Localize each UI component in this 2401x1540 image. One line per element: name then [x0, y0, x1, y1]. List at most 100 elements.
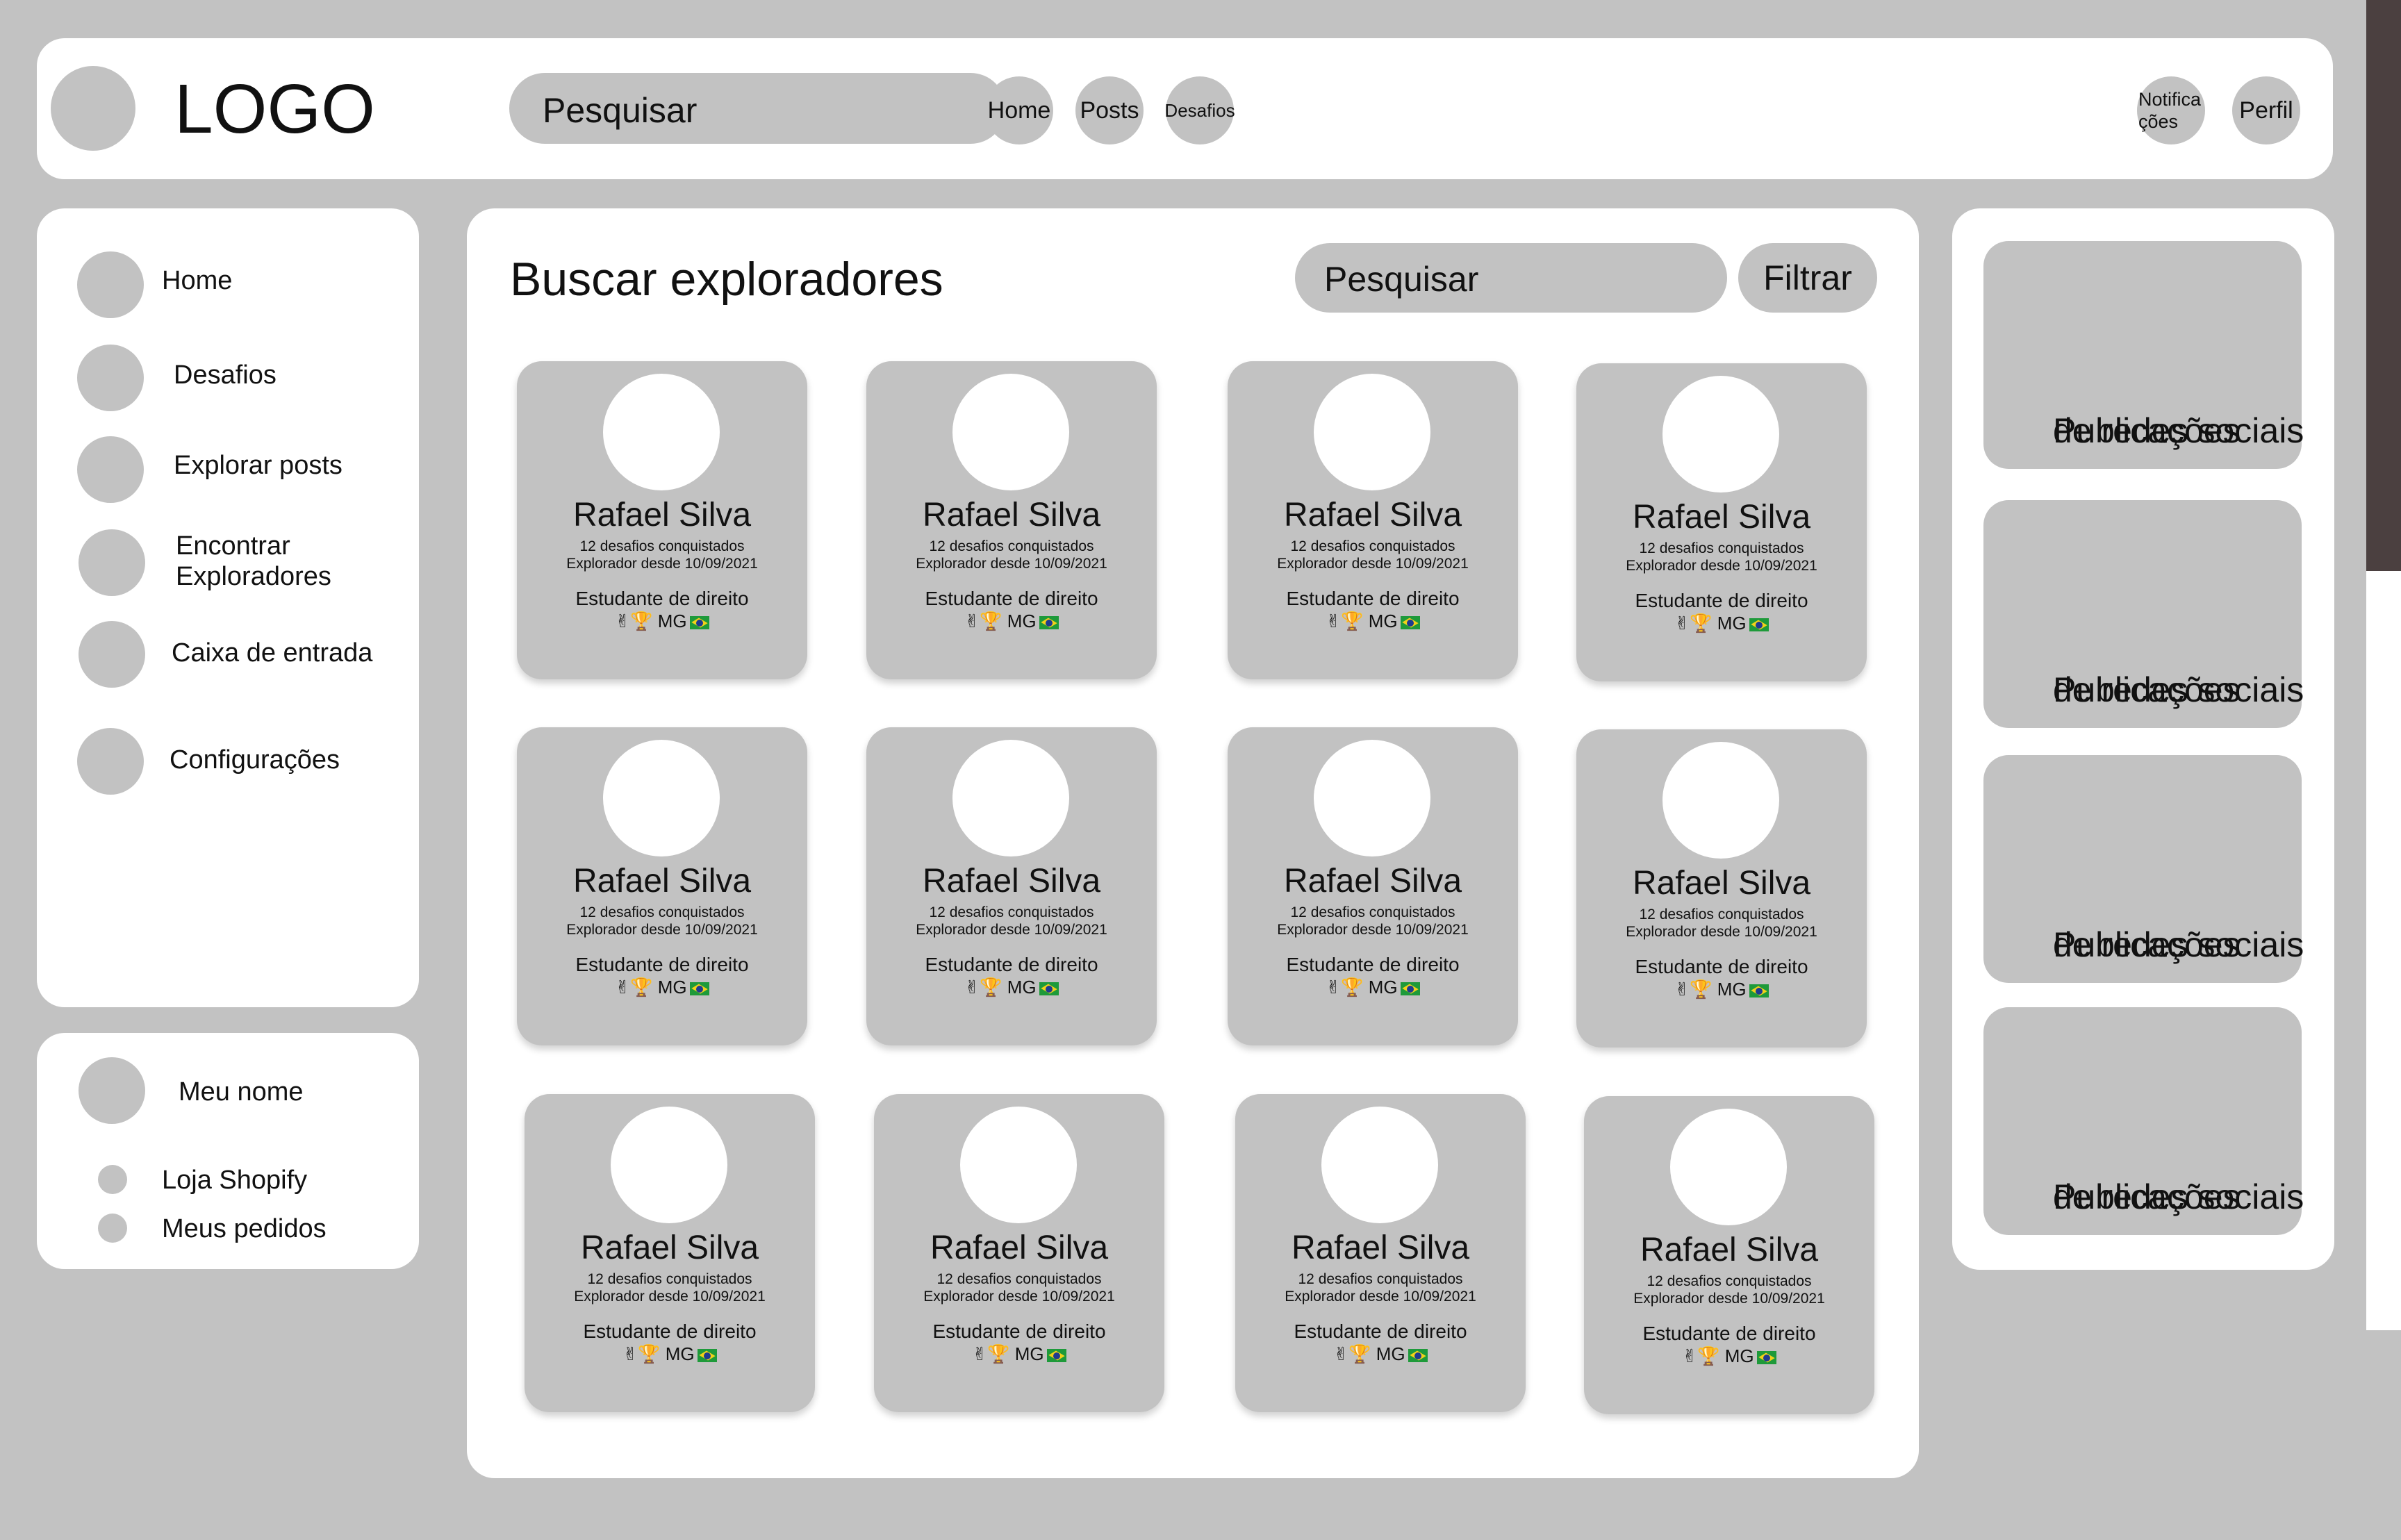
- explorer-card[interactable]: Rafael Silva 12 desafios conquistados Ex…: [1228, 361, 1518, 679]
- explorer-role: Estudante de direito: [1286, 588, 1460, 609]
- explorer-card[interactable]: Rafael Silva 12 desafios conquistados Ex…: [1576, 729, 1867, 1048]
- sidebar-item-desafios[interactable]: Desafios: [37, 345, 419, 414]
- social-post-card[interactable]: Publicações de redes sociais: [1983, 755, 2304, 983]
- explorer-since: Explorador desde 10/09/2021: [1626, 924, 1817, 940]
- brazil-flag-icon: [1400, 615, 1420, 629]
- explorer-name: Rafael Silva: [1632, 865, 1811, 902]
- explorer-card[interactable]: Rafael Silva 12 desafios conquistados Ex…: [1228, 727, 1518, 1045]
- sidebar-item-configuracoes[interactable]: Configurações: [37, 728, 419, 797]
- explorer-avatar: [1314, 740, 1430, 856]
- explorer-role: Estudante de direito: [575, 954, 749, 975]
- social-post-line2: de redes sociais: [2053, 1177, 2304, 1216]
- explorer-name: Rafael Silva: [1283, 497, 1462, 533]
- explorer-card[interactable]: Rafael Silva 12 desafios conquistados Ex…: [517, 727, 807, 1045]
- sidebar-nav: Home Desafios Explorar posts Encontrar E…: [37, 208, 419, 1007]
- nav-posts-button[interactable]: Posts: [1075, 76, 1144, 144]
- sidebar-item-explorar-posts[interactable]: Explorar posts: [37, 436, 419, 506]
- explorer-avatar: [960, 1107, 1077, 1223]
- explorer-name: Rafael Silva: [1283, 863, 1462, 900]
- explorer-challenges: 12 desafios conquistados: [579, 904, 745, 920]
- brazil-flag-icon: [1039, 982, 1059, 995]
- brazil-flag-icon: [689, 982, 709, 995]
- brazil-flag-icon: [697, 1348, 717, 1362]
- explorer-role: Estudante de direito: [1642, 1323, 1816, 1344]
- explorer-card[interactable]: Rafael Silva 12 desafios conquistados Ex…: [1235, 1094, 1526, 1412]
- explorer-name: Rafael Silva: [922, 863, 1101, 900]
- explorer-tags-text: ✌🏆 MG: [1674, 613, 1747, 634]
- explorer-tags: ✌🏆 MG: [1228, 610, 1518, 632]
- social-post-label: Publicações de redes sociais: [2018, 326, 2304, 450]
- sidebar-item-encontrar-exploradores[interactable]: Encontrar Exploradores: [37, 529, 419, 606]
- explorer-tags-text: ✌🏆 MG: [1333, 1343, 1405, 1364]
- orders-link[interactable]: Meus pedidos: [37, 1212, 419, 1244]
- explorer-card[interactable]: Rafael Silva 12 desafios conquistados Ex…: [1576, 363, 1867, 681]
- sidebar-item-home[interactable]: Home: [37, 251, 419, 321]
- explorer-search-input[interactable]: Pesquisar: [1295, 243, 1727, 313]
- nav-home-button[interactable]: Home: [985, 76, 1053, 144]
- explorer-card[interactable]: Rafael Silva 12 desafios conquistados Ex…: [866, 727, 1157, 1045]
- social-post-label: Publicações de redes sociais: [2018, 585, 2304, 709]
- explorer-name: Rafael Silva: [1640, 1232, 1819, 1268]
- notifications-label-line1: Notifica: [2138, 89, 2202, 110]
- logo-text[interactable]: LOGO: [174, 67, 375, 151]
- account-profile[interactable]: Meu nome: [37, 1057, 419, 1127]
- explorer-tags: ✌🏆 MG: [874, 1343, 1164, 1365]
- sidebar-item-label: Desafios: [174, 361, 277, 390]
- explorer-avatar: [603, 740, 720, 856]
- explorer-role: Estudante de direito: [925, 588, 1098, 609]
- explorer-since: Explorador desde 10/09/2021: [1277, 556, 1469, 572]
- sidebar-item-label: Explorar posts: [174, 451, 343, 480]
- explorer-challenges: 12 desafios conquistados: [1647, 1273, 1812, 1289]
- explorer-since: Explorador desde 10/09/2021: [1277, 922, 1469, 938]
- nav-desafios-button[interactable]: Desafios: [1164, 76, 1235, 144]
- notifications-button[interactable]: Notifica ções: [2137, 76, 2205, 144]
- explorer-name: Rafael Silva: [922, 497, 1101, 533]
- scrollbar-thumb[interactable]: [2366, 0, 2401, 571]
- brazil-flag-icon: [1039, 615, 1059, 629]
- filter-button[interactable]: Filtrar: [1738, 243, 1877, 313]
- filter-button-label: Filtrar: [1763, 258, 1852, 297]
- explorer-tags: ✌🏆 MG: [866, 610, 1157, 632]
- explorer-challenges: 12 desafios conquistados: [1639, 906, 1804, 922]
- explorer-tags-text: ✌🏆 MG: [1326, 977, 1398, 997]
- explorer-avatar: [1670, 1109, 1787, 1225]
- social-post-line2: de redes sociais: [2053, 411, 2304, 450]
- explorer-card[interactable]: Rafael Silva 12 desafios conquistados Ex…: [525, 1094, 815, 1412]
- explorer-name: Rafael Silva: [580, 1229, 759, 1266]
- explorer-challenges: 12 desafios conquistados: [1298, 1271, 1463, 1287]
- explorer-card[interactable]: Rafael Silva 12 desafios conquistados Ex…: [866, 361, 1157, 679]
- explorer-challenges: 12 desafios conquistados: [1290, 904, 1455, 920]
- explorer-avatar: [1662, 742, 1779, 859]
- explorer-role: Estudante de direito: [925, 954, 1098, 975]
- explorer-card[interactable]: Rafael Silva 12 desafios conquistados Ex…: [1584, 1096, 1874, 1414]
- explorer-card[interactable]: Rafael Silva 12 desafios conquistados Ex…: [874, 1094, 1164, 1412]
- social-post-card[interactable]: Publicações de redes sociais: [1983, 1007, 2304, 1235]
- explorer-challenges: 12 desafios conquistados: [579, 538, 745, 554]
- explorer-since: Explorador desde 10/09/2021: [916, 556, 1107, 572]
- explorer-challenges: 12 desafios conquistados: [937, 1271, 1102, 1287]
- explorer-avatar: [611, 1107, 727, 1223]
- social-post-card[interactable]: Publicações de redes sociais: [1983, 241, 2304, 469]
- explorer-tags: ✌🏆 MG: [517, 610, 807, 632]
- brazil-flag-icon: [1046, 1348, 1066, 1362]
- brazil-flag-icon: [689, 615, 709, 629]
- sidebar-item-label-line2: Exploradores: [176, 562, 331, 591]
- explorer-since: Explorador desde 10/09/2021: [916, 922, 1107, 938]
- explorer-name: Rafael Silva: [1291, 1229, 1470, 1266]
- shop-link[interactable]: Loja Shopify: [37, 1164, 419, 1195]
- explorer-tags-text: ✌🏆 MG: [972, 1343, 1044, 1364]
- sidebar-item-caixa-de-entrada[interactable]: Caixa de entrada: [37, 621, 419, 690]
- top-header: LOGO Pesquisar Home Posts Desafios Notif…: [37, 38, 2333, 179]
- profile-label: Perfil: [2239, 97, 2293, 124]
- orders-link-label: Meus pedidos: [162, 1214, 327, 1243]
- global-search-input[interactable]: Pesquisar: [509, 73, 1006, 144]
- explorer-name: Rafael Silva: [572, 497, 752, 533]
- explorer-card[interactable]: Rafael Silva 12 desafios conquistados Ex…: [517, 361, 807, 679]
- explorer-tags-text: ✌🏆 MG: [964, 977, 1037, 997]
- explorer-role: Estudante de direito: [1294, 1320, 1467, 1342]
- profile-button[interactable]: Perfil: [2232, 76, 2300, 144]
- explorer-tags-text: ✌🏆 MG: [615, 611, 687, 631]
- social-post-card[interactable]: Publicações de redes sociais: [1983, 500, 2304, 728]
- logo-icon[interactable]: [51, 66, 135, 151]
- avatar: [79, 1057, 145, 1124]
